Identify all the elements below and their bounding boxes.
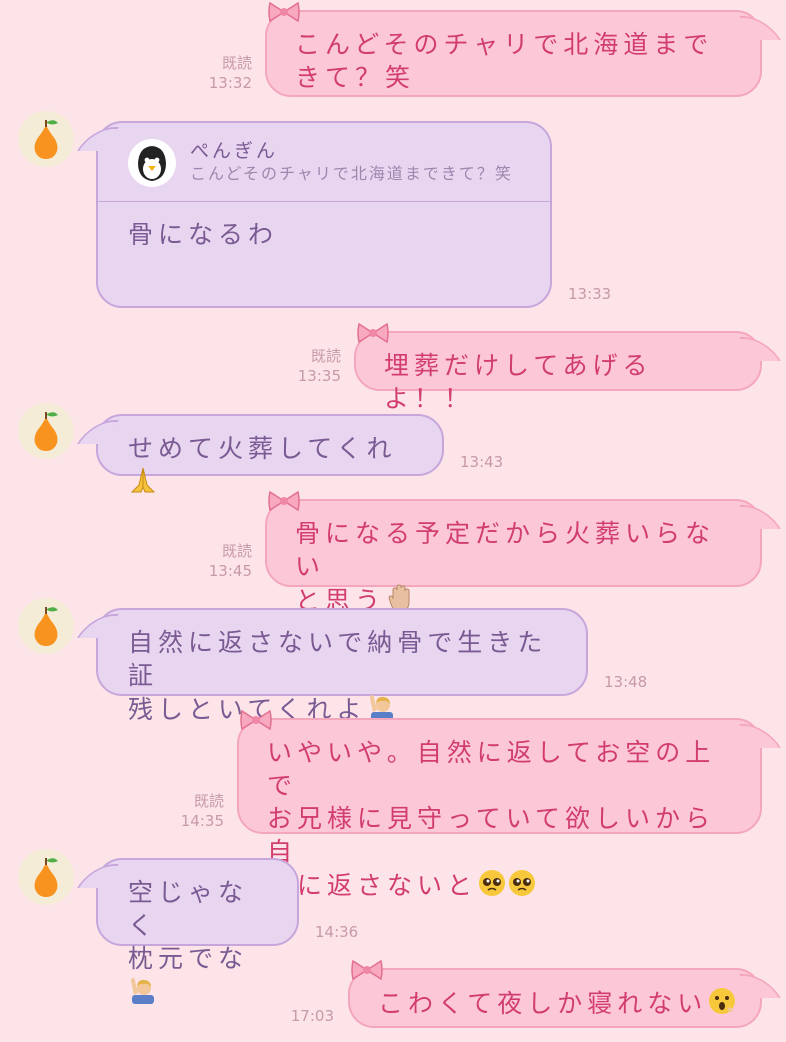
read-status: 既読 13:32 [196,53,252,93]
avatar[interactable] [18,849,74,905]
message-line: 骨になる予定だから火葬いらない [295,519,716,581]
message-line: 空じゃなく [128,878,249,940]
pleading-face-emoji [509,870,536,896]
ribbon-icon [268,490,300,512]
message-line: いやいや。自然に返してお空の上で [267,738,716,800]
pear-icon [34,120,58,159]
outgoing-bubble[interactable]: こわくて夜しか寝れない [348,959,781,1028]
outgoing-bubble[interactable]: 骨になる予定だから火葬いらない と思う [265,490,781,615]
incoming-bubble[interactable]: 自然に返さないで納骨で生きた証 残しといてくれよ [77,608,588,724]
read-label: 既読 [221,54,252,72]
timestamp: 13:45 [208,562,252,580]
read-status: 既読 13:45 [196,541,252,581]
avatar[interactable] [18,111,74,167]
avatar[interactable] [18,598,74,654]
avatar[interactable] [18,403,74,459]
incoming-bubble[interactable]: せめて火葬してくれ [77,414,444,493]
ribbon-icon [240,709,272,731]
quoted-message[interactable]: ぺんぎん こんどそのチャリで北海道まできて？笑 [128,139,528,201]
message-line: お兄様に見守っていて欲しいから自 [267,804,716,866]
timestamp: 13:48 [604,673,648,691]
outgoing-bubble[interactable]: いやいや。自然に返してお空の上で お兄様に見守っていて欲しいから自 然に返さない… [237,709,781,900]
message-line: せめて火葬してくれ [128,434,397,463]
incoming-bubble[interactable]: 空じゃなく 枕元でな [77,858,299,1004]
message-text: 骨になるわ [128,220,279,249]
message-line: こわくて夜しか寝れない [378,989,708,1018]
timestamp: 14:36 [315,923,359,941]
timestamp: 13:33 [568,285,612,303]
timestamp: 13:43 [460,453,504,471]
hushed-face-emoji [709,988,736,1014]
pear-icon [34,412,58,451]
outgoing-bubble[interactable]: こんどそのチャリで北海道まできて？笑 [265,1,781,97]
incoming-bubble[interactable]: ぺんぎん こんどそのチャリで北海道まできて？笑 骨になるわ [77,121,552,308]
pleading-face-emoji [479,870,506,896]
read-label: 既読 [193,792,224,810]
read-status: 既読 14:35 [168,791,224,831]
timestamp: 13:32 [208,74,252,92]
message-text: 然に返さないと [267,868,738,902]
quoted-text: こんどそのチャリで北海道まできて？笑 [190,164,513,183]
chat-screen: { "colors": { "background": "#fde4e8", "… [0,0,786,1042]
message-line: 枕元でな [128,944,249,973]
message-text: 埋葬だけしてあげるよ！！ [384,351,653,413]
outgoing-bubble[interactable]: 埋葬だけしてあげるよ！！ [354,322,781,413]
timestamp: 17:03 [290,1007,334,1025]
pear-icon [34,858,58,897]
quoted-sender-name: ぺんぎん [190,140,279,162]
ribbon-icon [351,959,383,981]
ribbon-icon [268,1,300,23]
ribbon-icon [357,322,389,344]
folded-hands-emoji [130,467,156,493]
penguin-avatar-icon [128,139,176,187]
person-raising-hand-emoji [131,978,154,1004]
pear-icon [34,607,58,646]
read-status: 既読 13:35 [285,346,341,386]
read-label: 既読 [310,347,341,365]
message-line: 自然に返さないで納骨で生きた証 [128,628,548,690]
timestamp: 13:35 [297,367,341,385]
message-text: こんどそのチャリで北海道まできて？笑 [295,30,714,92]
timestamp: 14:35 [180,812,224,830]
message-text: 枕元でな [128,942,275,1009]
read-label: 既読 [221,542,252,560]
message-text: こわくて夜しか寝れない [378,986,738,1020]
